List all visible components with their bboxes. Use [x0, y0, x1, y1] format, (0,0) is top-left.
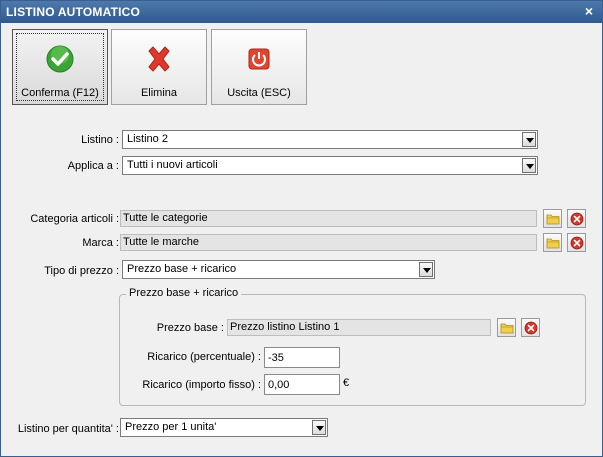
applica-value: Tutti i nuovi articoli	[127, 159, 218, 171]
ricarico-fisso-input[interactable]: 0,00	[264, 374, 340, 395]
chevron-down-icon[interactable]	[522, 158, 536, 173]
listino-select[interactable]: Listino 2	[122, 130, 538, 149]
chevron-down-icon[interactable]	[312, 420, 326, 435]
close-icon[interactable]: ×	[582, 3, 596, 19]
marca-field: Tutte le marche	[120, 234, 537, 251]
tipo-prezzo-select[interactable]: Prezzo base + ricarico	[122, 260, 435, 279]
categoria-value: Tutte le categorie	[123, 212, 208, 224]
prezzo-base-value: Prezzo listino Listino 1	[230, 321, 340, 333]
dialog-window: LISTINO AUTOMATICO × Conferma (F12) Elim…	[0, 0, 603, 457]
group-title: Prezzo base + ricarico	[126, 287, 242, 299]
confirm-button-label: Conferma (F12)	[21, 87, 99, 99]
ricarico-perc-value: -35	[268, 352, 284, 364]
folder-icon	[546, 214, 560, 225]
tipo-prezzo-label: Tipo di prezzo :	[44, 265, 119, 277]
red-x-icon	[148, 46, 170, 72]
ricarico-fisso-value: 0,00	[268, 379, 290, 391]
quantita-value: Prezzo per 1 unita'	[125, 421, 217, 433]
exit-button[interactable]: Uscita (ESC)	[211, 29, 307, 105]
applica-select[interactable]: Tutti i nuovi articoli	[122, 156, 538, 175]
delete-button-label: Elimina	[140, 87, 178, 99]
title-bar: LISTINO AUTOMATICO ×	[1, 1, 602, 23]
listino-label: Listino :	[81, 134, 119, 146]
currency-symbol: €	[343, 377, 350, 389]
power-icon	[248, 48, 270, 70]
ricarico-fisso-label: Ricarico (importo fisso) :	[142, 379, 261, 391]
tipo-prezzo-value: Prezzo base + ricarico	[127, 263, 237, 275]
applica-label: Applica a :	[67, 160, 119, 172]
prezzo-base-label: Prezzo base :	[156, 322, 224, 334]
quantita-select[interactable]: Prezzo per 1 unita'	[120, 418, 328, 437]
marca-browse-button[interactable]	[543, 233, 562, 252]
categoria-clear-button[interactable]	[567, 209, 586, 228]
listino-value: Listino 2	[127, 133, 168, 145]
clear-icon	[570, 212, 584, 226]
categoria-field: Tutte le categorie	[120, 210, 537, 227]
folder-icon	[546, 238, 560, 249]
prezzo-base-clear-button[interactable]	[521, 318, 540, 337]
chevron-down-icon[interactable]	[522, 132, 536, 147]
prezzo-base-field: Prezzo listino Listino 1	[227, 319, 491, 336]
marca-label: Marca :	[82, 237, 119, 249]
marca-clear-button[interactable]	[567, 233, 586, 252]
confirm-button[interactable]: Conferma (F12)	[12, 29, 108, 105]
window-title: LISTINO AUTOMATICO	[6, 5, 141, 19]
marca-value: Tutte le marche	[123, 236, 200, 248]
categoria-label: Categoria articoli :	[30, 213, 119, 225]
quantita-label: Listino per quantita' :	[17, 423, 119, 435]
ricarico-perc-input[interactable]: -35	[264, 347, 340, 368]
clear-icon	[570, 236, 584, 250]
exit-button-label: Uscita (ESC)	[227, 87, 291, 99]
prezzo-base-browse-button[interactable]	[497, 318, 516, 337]
folder-icon	[500, 323, 514, 334]
categoria-browse-button[interactable]	[543, 209, 562, 228]
chevron-down-icon[interactable]	[419, 262, 433, 277]
delete-button[interactable]: Elimina	[111, 29, 207, 105]
clear-icon	[524, 321, 538, 335]
ricarico-perc-label: Ricarico (percentuale) :	[147, 351, 261, 363]
check-circle-icon	[46, 45, 74, 73]
